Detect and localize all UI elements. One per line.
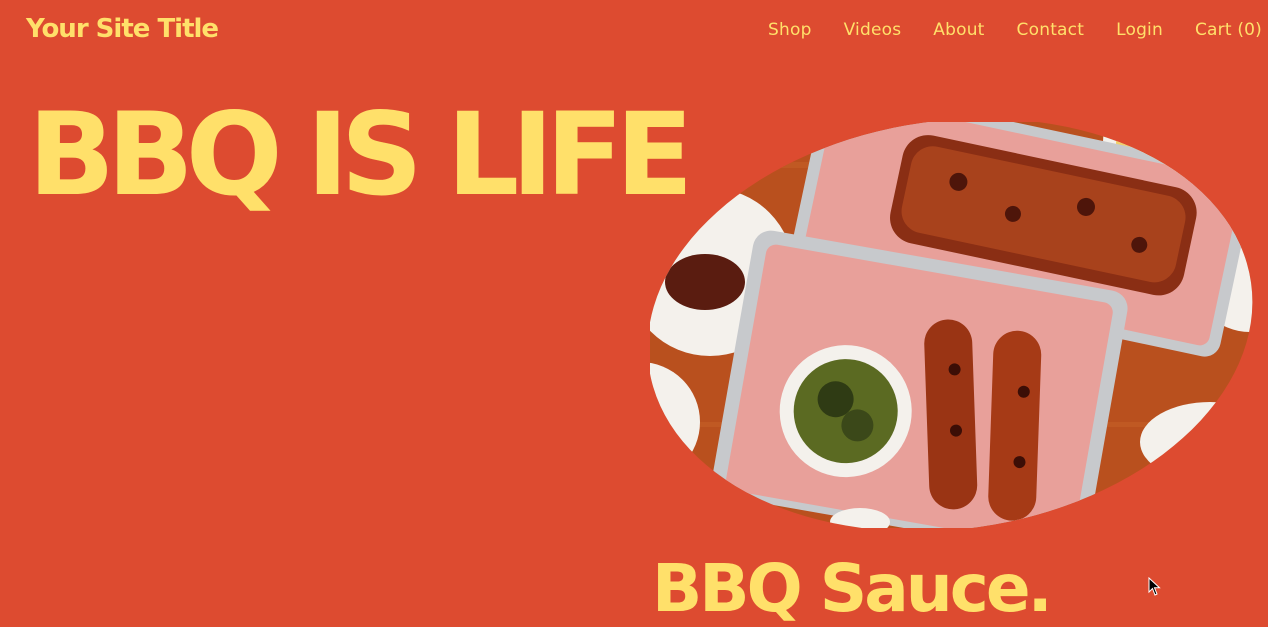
nav-cart[interactable]: Cart (0) <box>1195 20 1262 40</box>
nav-about[interactable]: About <box>933 20 984 40</box>
section-title-bbq-sauce: BBQ Sauce. <box>652 550 1053 627</box>
nav-contact[interactable]: Contact <box>1017 20 1085 40</box>
hero-title: BBQ IS LIFE <box>28 88 693 221</box>
bbq-food-image <box>650 122 1256 528</box>
main-nav: Shop Videos About Contact Login Cart (0) <box>768 20 1262 40</box>
site-title-link[interactable]: Your Site Title <box>26 14 219 44</box>
nav-login[interactable]: Login <box>1116 20 1163 40</box>
arrow-cursor-icon <box>1148 577 1161 596</box>
nav-shop[interactable]: Shop <box>768 20 812 40</box>
nav-videos[interactable]: Videos <box>844 20 902 40</box>
